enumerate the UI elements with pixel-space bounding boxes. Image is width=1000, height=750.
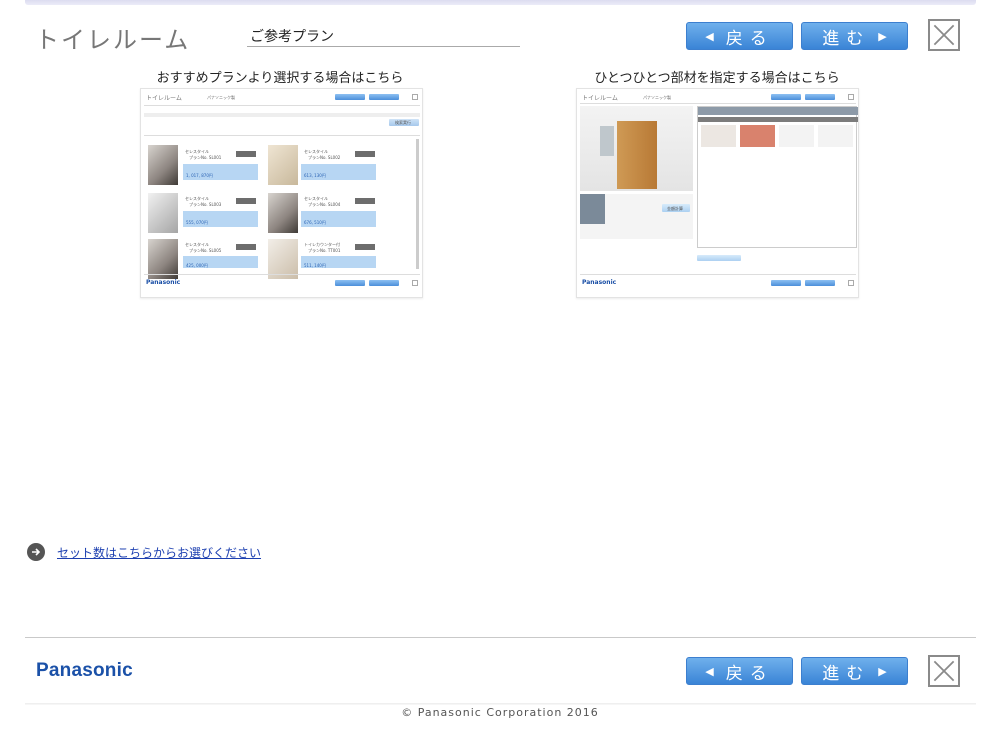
triangle-right-icon: ▶ (878, 664, 887, 678)
mini-footer-next-button (369, 280, 399, 286)
mini-parts-panel (697, 106, 858, 248)
mini-card-badge (236, 198, 256, 204)
parts-select-thumbnail[interactable]: トイレルーム パナソニック製 金額計算 Panasonic (576, 88, 859, 298)
mini-card-image (268, 145, 298, 185)
copyright: © Panasonic Corporation 2016 (401, 706, 599, 719)
back-button[interactable]: ◀ 戻る (686, 22, 793, 50)
footer-next-button-label: 進む (822, 663, 871, 684)
mini-card-price: 425, 000円 (186, 263, 208, 268)
mini-card-price: 511, 140円 (304, 263, 326, 268)
mini-cabinet (617, 121, 657, 189)
mini-brand-logo: Panasonic (582, 279, 617, 286)
footer-next-button[interactable]: 進む ▶ (801, 657, 908, 685)
footer-bottom-divider (25, 703, 976, 705)
mini-divider (144, 105, 420, 106)
mini-close-icon (848, 94, 854, 100)
mini-card-plan: プランNo. SL002 (308, 155, 341, 160)
mini-brand-logo: Panasonic (146, 279, 181, 286)
set-count-link[interactable]: セット数はこちらからお選びください (57, 544, 261, 561)
footer-back-button[interactable]: ◀ 戻る (686, 657, 793, 685)
mini-divider (580, 103, 856, 104)
back-button-label: 戻る (725, 28, 774, 49)
recommended-plan-thumbnail[interactable]: トイレルーム パナソニック製 検索実行 セレスタイル プランNo. SL001 … (140, 88, 423, 298)
mini-card-price: 676, 510円 (304, 220, 326, 225)
mini-maker: パナソニック製 (207, 95, 235, 100)
mini-card-badge (355, 198, 375, 204)
mini-footer-divider (580, 274, 856, 275)
mini-card-plan: プランNo. SL003 (189, 202, 222, 207)
mini-footer-back-button (771, 280, 801, 286)
next-button[interactable]: 進む ▶ (801, 22, 908, 50)
mini-part-swatch (779, 125, 814, 147)
mini-search-label: 検索実行 (395, 120, 411, 125)
mini-back-button (771, 94, 801, 100)
parts-select-label: ひとつひとつ部材を指定する場合はこちら (594, 71, 840, 86)
mini-part-swatch (701, 125, 736, 147)
mini-next-button (369, 94, 399, 100)
mini-search-button: 検索実行 (389, 119, 419, 126)
mini-calc-button: 金額計算 (662, 204, 690, 212)
mini-card-image (268, 193, 298, 233)
mini-footer-divider (144, 274, 420, 275)
next-button-label: 進む (822, 28, 871, 49)
mini-mirror (600, 126, 614, 156)
mini-next-button (805, 94, 835, 100)
mini-card-plan: プランNo. TT001 (308, 248, 341, 253)
triangle-right-icon: ▶ (878, 29, 887, 43)
mini-card-price: 555, 070円 (186, 220, 208, 225)
mini-card-plan: プランNo. SL004 (308, 202, 341, 207)
top-accent-bar (25, 0, 976, 5)
set-count-link-row: セット数はこちらからお選びください (27, 543, 261, 561)
mini-card-image (148, 193, 178, 233)
mini-footer-close-icon (412, 280, 418, 286)
close-icon (933, 660, 955, 682)
footer-close-button[interactable] (928, 655, 960, 687)
mini-scrollbar (416, 139, 419, 269)
footer-divider (25, 637, 976, 638)
brand-logo: Panasonic (36, 660, 133, 681)
mini-divider-2 (144, 135, 420, 136)
mini-card-plan: プランNo. SL005 (189, 248, 222, 253)
mini-card-image (148, 239, 178, 279)
recommended-plan-label: おすすめプランより選択する場合はこちら (156, 71, 404, 86)
mini-close-icon (412, 94, 418, 100)
mini-part-swatch (740, 125, 775, 147)
mini-filter-row (144, 113, 420, 117)
close-icon (933, 24, 955, 46)
mini-card-price: 613, 130円 (304, 173, 326, 178)
mini-card-badge (236, 151, 256, 157)
mini-parts-header (698, 107, 858, 115)
mini-parts-tabs (698, 117, 858, 122)
triangle-left-icon: ◀ (705, 29, 714, 43)
mini-card-image (148, 145, 178, 185)
mini-apply-button (697, 255, 741, 261)
mini-info-header (580, 194, 605, 224)
mini-card-price: 1, 017, 870円 (186, 173, 213, 178)
arrow-right-icon (27, 543, 45, 561)
mini-card-image (268, 239, 298, 279)
mini-back-button (335, 94, 365, 100)
mini-footer-close-icon (848, 280, 854, 286)
triangle-left-icon: ◀ (705, 664, 714, 678)
mini-title: トイレルーム (146, 95, 182, 102)
mini-footer-next-button (805, 280, 835, 286)
mini-footer-back-button (335, 280, 365, 286)
mini-calc-label: 金額計算 (667, 206, 683, 211)
page-title: トイレルーム (35, 26, 191, 54)
page-subtitle: ご参考プラン (247, 26, 520, 47)
mini-room-preview (580, 106, 693, 191)
mini-card-badge (236, 244, 256, 250)
mini-title: トイレルーム (582, 95, 618, 102)
mini-maker: パナソニック製 (643, 95, 671, 100)
close-button[interactable] (928, 19, 960, 51)
mini-card-badge (355, 244, 375, 250)
footer-back-button-label: 戻る (725, 663, 774, 684)
mini-card-plan: プランNo. SL001 (189, 155, 222, 160)
mini-part-swatch (818, 125, 853, 147)
mini-card-badge (355, 151, 375, 157)
